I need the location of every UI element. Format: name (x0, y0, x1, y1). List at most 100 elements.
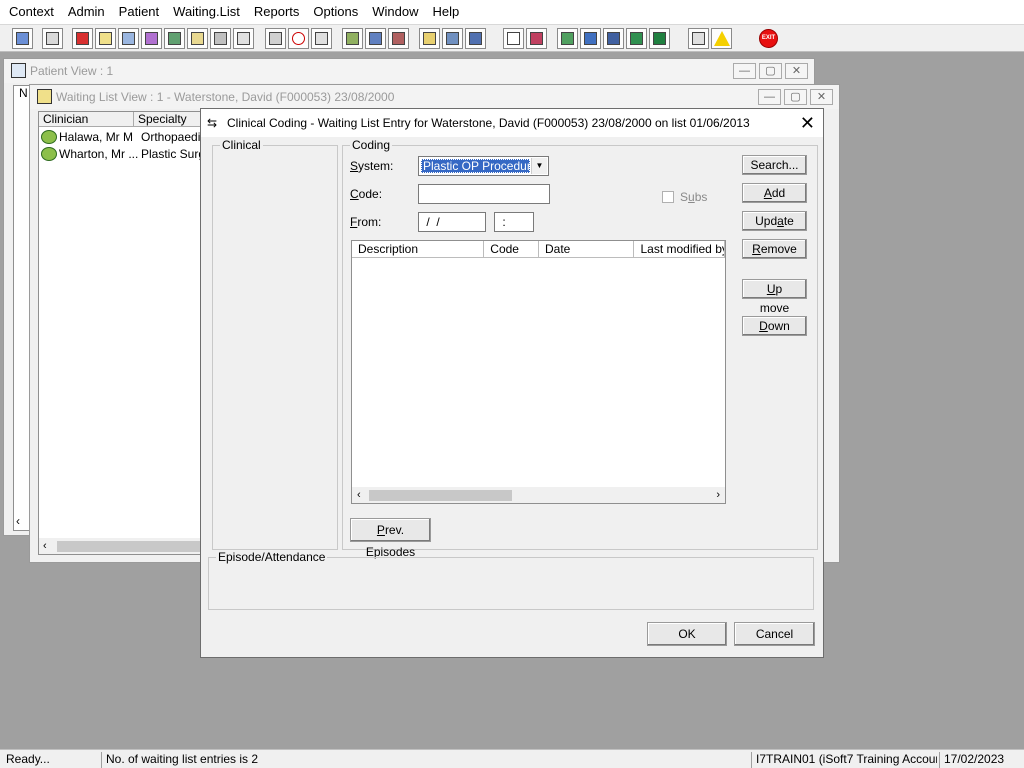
scroll-thumb[interactable] (57, 541, 217, 552)
scroll-thumb[interactable] (369, 490, 512, 501)
refresh-icon[interactable] (388, 28, 409, 49)
check4-icon[interactable] (649, 28, 670, 49)
print-icon[interactable] (42, 28, 63, 49)
network-icon[interactable] (557, 28, 578, 49)
column-description[interactable]: Description (352, 241, 485, 257)
subs-checkbox[interactable] (662, 191, 674, 203)
patient-view-title: Patient View : 1 (30, 64, 114, 78)
note-icon[interactable] (187, 28, 208, 49)
warning-icon[interactable] (711, 28, 732, 49)
waiting-list-icon (37, 89, 52, 104)
book-icon[interactable] (72, 28, 93, 49)
menu-patient[interactable]: Patient (112, 0, 166, 24)
menu-window[interactable]: Window (365, 0, 425, 24)
coding-group-label: Coding (350, 138, 393, 152)
scroll-right-icon[interactable]: › (716, 487, 720, 503)
cancel-button[interactable]: Cancel (734, 622, 815, 646)
column-clinician[interactable]: Clinician (39, 112, 134, 126)
column-code[interactable]: Code (484, 241, 539, 257)
clinical-group: Clinical (212, 138, 338, 550)
update-button[interactable]: Update (742, 211, 807, 231)
m-icon[interactable] (141, 28, 162, 49)
close-icon[interactable]: ✕ (800, 113, 815, 133)
table-row[interactable]: Halawa, Mr M Orthopaedic (39, 128, 206, 145)
menu-waiting-list[interactable]: Waiting.List (166, 0, 247, 24)
prev-episodes-button[interactable]: Prev. Episodes (350, 518, 431, 559)
remove-button[interactable]: Remove (742, 239, 807, 259)
scroll-left-icon[interactable]: ‹ (357, 487, 361, 503)
transfer-icon[interactable] (442, 28, 463, 49)
list-icon[interactable] (311, 28, 332, 49)
status-entries: No. of waiting list entries is 2 (101, 752, 741, 768)
close-icon[interactable]: ✕ (785, 63, 808, 79)
move-up-button[interactable]: Up (742, 279, 807, 299)
minimize-icon[interactable]: — (733, 63, 756, 79)
table-row[interactable]: Wharton, Mr ... Plastic Surge (39, 145, 212, 162)
bed-icon[interactable] (210, 28, 231, 49)
form-icon[interactable] (419, 28, 440, 49)
bar-chart-icon[interactable] (526, 28, 547, 49)
chevron-down-icon[interactable]: ▼ (531, 158, 547, 174)
patient-list-header-stub: N (19, 86, 28, 100)
code-label: Code: (350, 187, 383, 201)
dialog-title: Clinical Coding - Waiting List Entry for… (227, 116, 750, 130)
check2-icon[interactable] (603, 28, 624, 49)
find-icon[interactable] (118, 28, 139, 49)
exit-icon[interactable]: EXIT (758, 28, 779, 49)
search-doc-icon[interactable] (265, 28, 286, 49)
menu-context[interactable]: Context (2, 0, 61, 24)
menu-help[interactable]: Help (425, 0, 466, 24)
exchange-icon: ⇆ (207, 116, 218, 130)
patient-view-controls: — ▢ ✕ (733, 63, 808, 79)
minimize-icon[interactable]: — (758, 89, 781, 105)
close-icon[interactable]: ✕ (810, 89, 833, 105)
subs-label: Subs (680, 190, 708, 204)
maximize-icon[interactable]: ▢ (784, 89, 807, 105)
chart-icon[interactable] (342, 28, 363, 49)
waiting-list-hscroll[interactable]: ‹ (39, 538, 227, 554)
codes-list[interactable]: Description Code Date Last modified by ‹… (351, 240, 726, 504)
ward-icon[interactable] (465, 28, 486, 49)
menu-options[interactable]: Options (306, 0, 365, 24)
clock-icon[interactable] (288, 28, 309, 49)
schedule-icon[interactable] (365, 28, 386, 49)
maximize-icon[interactable]: ▢ (759, 63, 782, 79)
column-last-modified-by[interactable]: Last modified by (634, 241, 725, 257)
codes-list-hscroll[interactable]: ‹ › (352, 487, 725, 503)
waiting-list-header: Clinician Specialty (39, 112, 227, 127)
status-date: 17/02/2023 (939, 752, 1022, 768)
from-label: From: (350, 215, 382, 229)
document-icon[interactable] (503, 28, 524, 49)
scroll-left-icon[interactable]: ‹ (16, 514, 20, 528)
move-down-button[interactable]: Down (742, 316, 807, 336)
clinical-group-label: Clinical (220, 138, 263, 152)
menu-reports[interactable]: Reports (247, 0, 307, 24)
system-label: System: (350, 159, 394, 173)
user-icon[interactable] (12, 28, 33, 49)
add-button[interactable]: Add (742, 183, 807, 203)
search-button[interactable]: Search... (742, 155, 807, 175)
system-select[interactable]: Plastic OP Procedures ▼ (418, 156, 549, 176)
doctor-icon[interactable] (164, 28, 185, 49)
exchange-icon[interactable] (688, 28, 709, 49)
dialog-titlebar[interactable]: ⇆ Clinical Coding - Waiting List Entry f… (201, 109, 823, 137)
ambulance-icon[interactable] (233, 28, 254, 49)
column-date[interactable]: Date (539, 241, 635, 257)
from-date-input[interactable]: / / (418, 212, 486, 232)
status-account: I7TRAIN01 (iSoft7 Training Account) (751, 752, 937, 768)
menu-bar: Context Admin Patient Waiting.List Repor… (0, 0, 1024, 24)
waiting-entry-icon (41, 129, 57, 144)
edit-icon[interactable] (95, 28, 116, 49)
scroll-left-icon[interactable]: ‹ (43, 538, 47, 554)
row-clinician: Wharton, Mr ... (59, 146, 139, 161)
check3-icon[interactable] (626, 28, 647, 49)
from-time-input[interactable]: : (494, 212, 534, 232)
episode-attendance-group: Episode/Attendance (208, 550, 814, 610)
check-icon[interactable] (580, 28, 601, 49)
code-input[interactable] (418, 184, 550, 204)
waiting-list-view-titlebar[interactable]: Waiting List View : 1 - Waterstone, Davi… (30, 85, 839, 109)
patient-view-titlebar[interactable]: Patient View : 1 (4, 59, 814, 83)
menu-admin[interactable]: Admin (61, 0, 112, 24)
patient-view-icon (11, 63, 26, 78)
ok-button[interactable]: OK (647, 622, 727, 646)
